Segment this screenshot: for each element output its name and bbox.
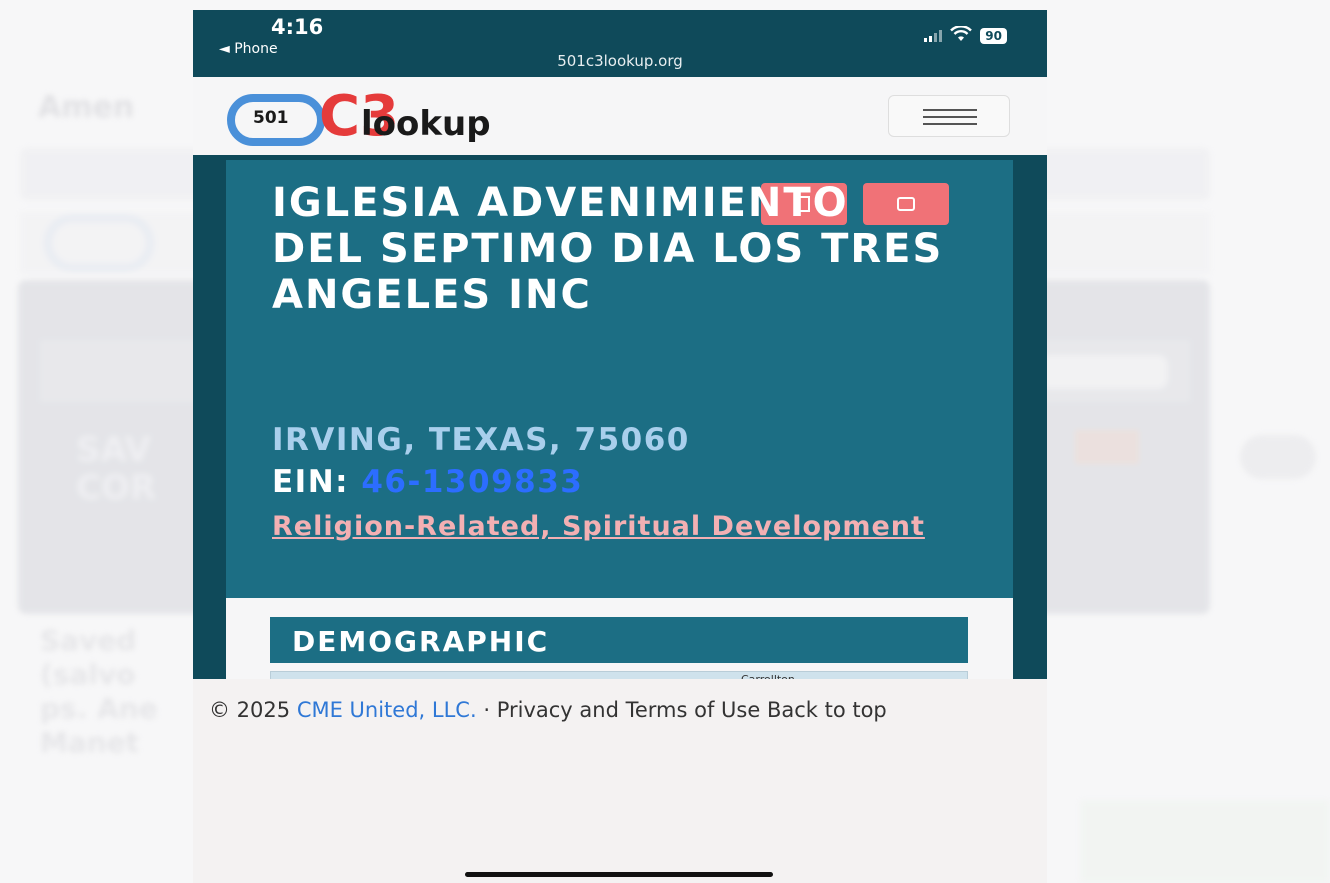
ios-status-bar: 4:16 ◄ Phone 501c3lookup.org 90 <box>193 10 1047 77</box>
organization-card: IGLESIA ADVENIMIENTO DEL SEPTIMO DIA LOS… <box>226 160 1013 600</box>
background-element <box>1040 355 1168 389</box>
copyright-text: © 2025 <box>209 698 291 722</box>
ein-value-link[interactable]: 46-1309833 <box>361 464 583 500</box>
section-header: DEMOGRAPHIC <box>270 617 968 663</box>
background-element <box>1080 800 1330 883</box>
footer-separator: · <box>483 698 490 722</box>
home-indicator <box>465 872 773 877</box>
demographic-section: DEMOGRAPHIC Carrollton <box>226 598 1013 691</box>
logo-wordmark: lookup <box>361 104 491 144</box>
background-saved-text: Saved (salvo ps. Ane Manet <box>40 624 158 759</box>
section-title: DEMOGRAPHIC <box>292 625 550 658</box>
battery-icon: 90 <box>980 28 1007 44</box>
organization-location: IRVING, TEXAS, 75060 <box>272 422 690 458</box>
background-title: Amen <box>38 90 135 125</box>
background-text: COR <box>76 468 157 508</box>
address-bar-url[interactable]: 501c3lookup.org <box>193 52 1047 70</box>
footer-text: © 2025 CME United, LLC. · Privacy and Te… <box>209 697 949 723</box>
signal-icon <box>924 30 943 42</box>
organization-name: IGLESIA ADVENIMIENTO DEL SEPTIMO DIA LOS… <box>272 180 944 318</box>
status-icons: 90 <box>924 25 1007 46</box>
site-navbar: 501 C3 lookup <box>193 77 1047 155</box>
ein-label: EIN: <box>272 464 350 500</box>
background-element <box>1075 430 1139 464</box>
ein-row: EIN: 46-1309833 <box>272 464 583 500</box>
status-time: 4:16 <box>271 15 324 39</box>
background-text: SAV <box>76 430 151 470</box>
category-link[interactable]: Religion-Related, Spiritual Development <box>272 512 952 541</box>
privacy-terms-link[interactable]: Privacy and Terms of Use <box>497 698 761 722</box>
logo-number: 501 <box>253 108 289 128</box>
background-element <box>1240 435 1316 479</box>
site-logo[interactable]: 501 C3 lookup <box>227 84 627 149</box>
background-logo <box>44 214 154 272</box>
hamburger-menu-icon <box>923 123 977 125</box>
back-to-top-link[interactable]: Back to top <box>767 698 887 722</box>
company-link[interactable]: CME United, LLC. <box>297 698 477 722</box>
phone-screen: 4:16 ◄ Phone 501c3lookup.org 90 501 C3 l… <box>193 10 1047 883</box>
hamburger-menu-icon <box>923 109 977 111</box>
hamburger-menu-button[interactable] <box>888 95 1010 137</box>
site-footer: © 2025 CME United, LLC. · Privacy and Te… <box>193 679 1047 883</box>
wifi-icon <box>950 25 973 46</box>
hamburger-menu-icon <box>923 116 977 118</box>
